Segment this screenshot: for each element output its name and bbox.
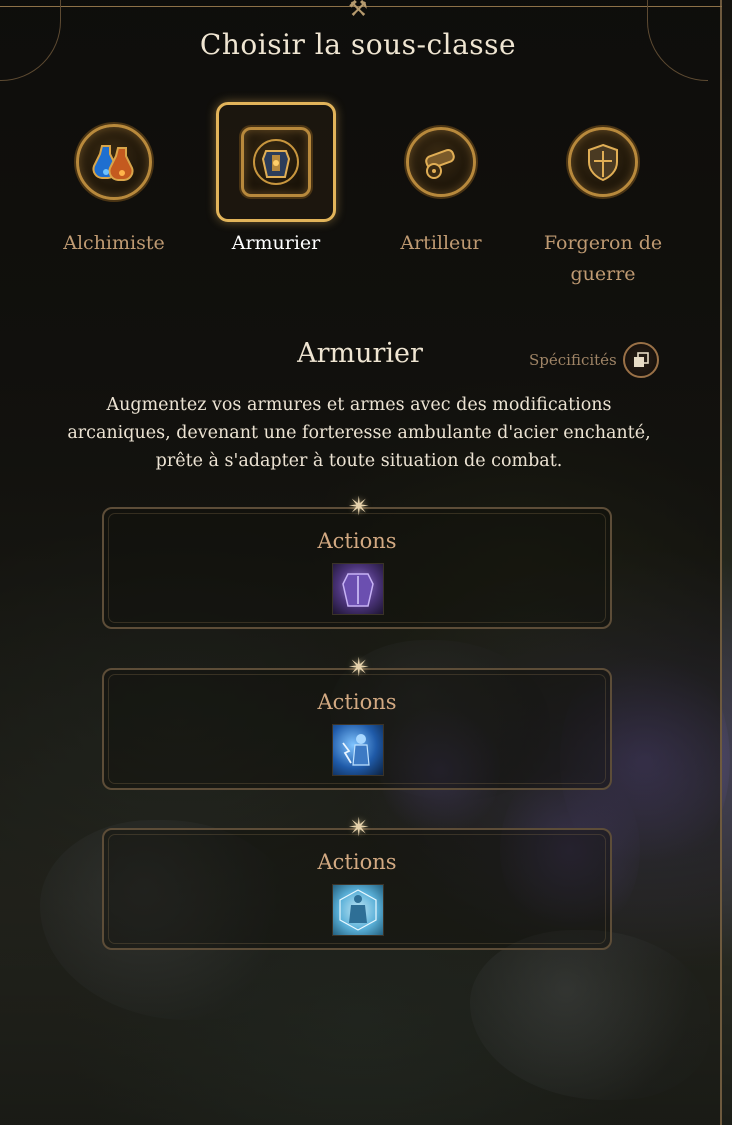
subclass-option-armurier[interactable]: Armurier bbox=[206, 102, 346, 259]
subclass-label-line: Forgeron de bbox=[543, 232, 663, 254]
game-screen: ⚒ Choisir la sous-classe Alchimiste Armu… bbox=[0, 0, 732, 1125]
subclass-label: Armurier bbox=[231, 232, 321, 254]
armor-emblem-icon bbox=[241, 127, 311, 197]
specifics-button[interactable] bbox=[622, 342, 659, 378]
sparkle-star-icon: ✴ bbox=[348, 492, 370, 522]
sparkle-star-icon: ✴ bbox=[348, 813, 370, 843]
card-label: Actions bbox=[317, 529, 397, 553]
specifics-control[interactable]: Spécificités bbox=[529, 340, 659, 380]
subclass-icon-frame bbox=[381, 102, 501, 222]
subclass-icon-frame-selected bbox=[216, 102, 336, 222]
subclass-label: Forgeron de guerre bbox=[533, 228, 673, 290]
subclass-label: Artilleur bbox=[400, 232, 482, 254]
card-label: Actions bbox=[317, 690, 397, 714]
actions-card: ✴ Actions bbox=[102, 813, 612, 950]
potion-flasks-icon bbox=[76, 124, 152, 200]
subclass-panel: ⚒ Choisir la sous-classe Alchimiste Armu… bbox=[0, 0, 722, 1125]
subclass-icon-frame bbox=[543, 102, 663, 222]
lightning-figure-icon[interactable] bbox=[332, 724, 384, 776]
subclass-description: Augmentez vos armures et armes avec des … bbox=[67, 395, 651, 471]
card-label: Actions bbox=[317, 850, 397, 874]
subclass-option-alchimiste[interactable]: Alchimiste bbox=[44, 102, 184, 259]
stacked-windows-icon bbox=[633, 352, 649, 367]
blueprint-armor-icon[interactable] bbox=[332, 884, 384, 936]
crossed-hammers-icon: ⚒ bbox=[348, 0, 368, 22]
purple-armor-icon[interactable] bbox=[332, 563, 384, 615]
cannon-icon bbox=[406, 127, 476, 197]
shield-helmet-icon bbox=[568, 127, 638, 197]
subclass-option-artilleur[interactable]: Artilleur bbox=[371, 102, 511, 259]
actions-card: ✴ Actions bbox=[102, 653, 612, 790]
subclass-label: Alchimiste bbox=[63, 232, 165, 254]
subclass-label-line: guerre bbox=[570, 263, 636, 285]
sparkle-star-icon: ✴ bbox=[348, 653, 370, 683]
page-title: Choisir la sous-classe bbox=[199, 28, 517, 61]
specifics-label: Spécificités bbox=[529, 351, 617, 369]
subclass-icon-frame bbox=[54, 102, 174, 222]
subclass-option-forgeron-de-guerre[interactable]: Forgeron de guerre bbox=[533, 102, 673, 290]
actions-card: ✴ Actions bbox=[102, 492, 612, 629]
